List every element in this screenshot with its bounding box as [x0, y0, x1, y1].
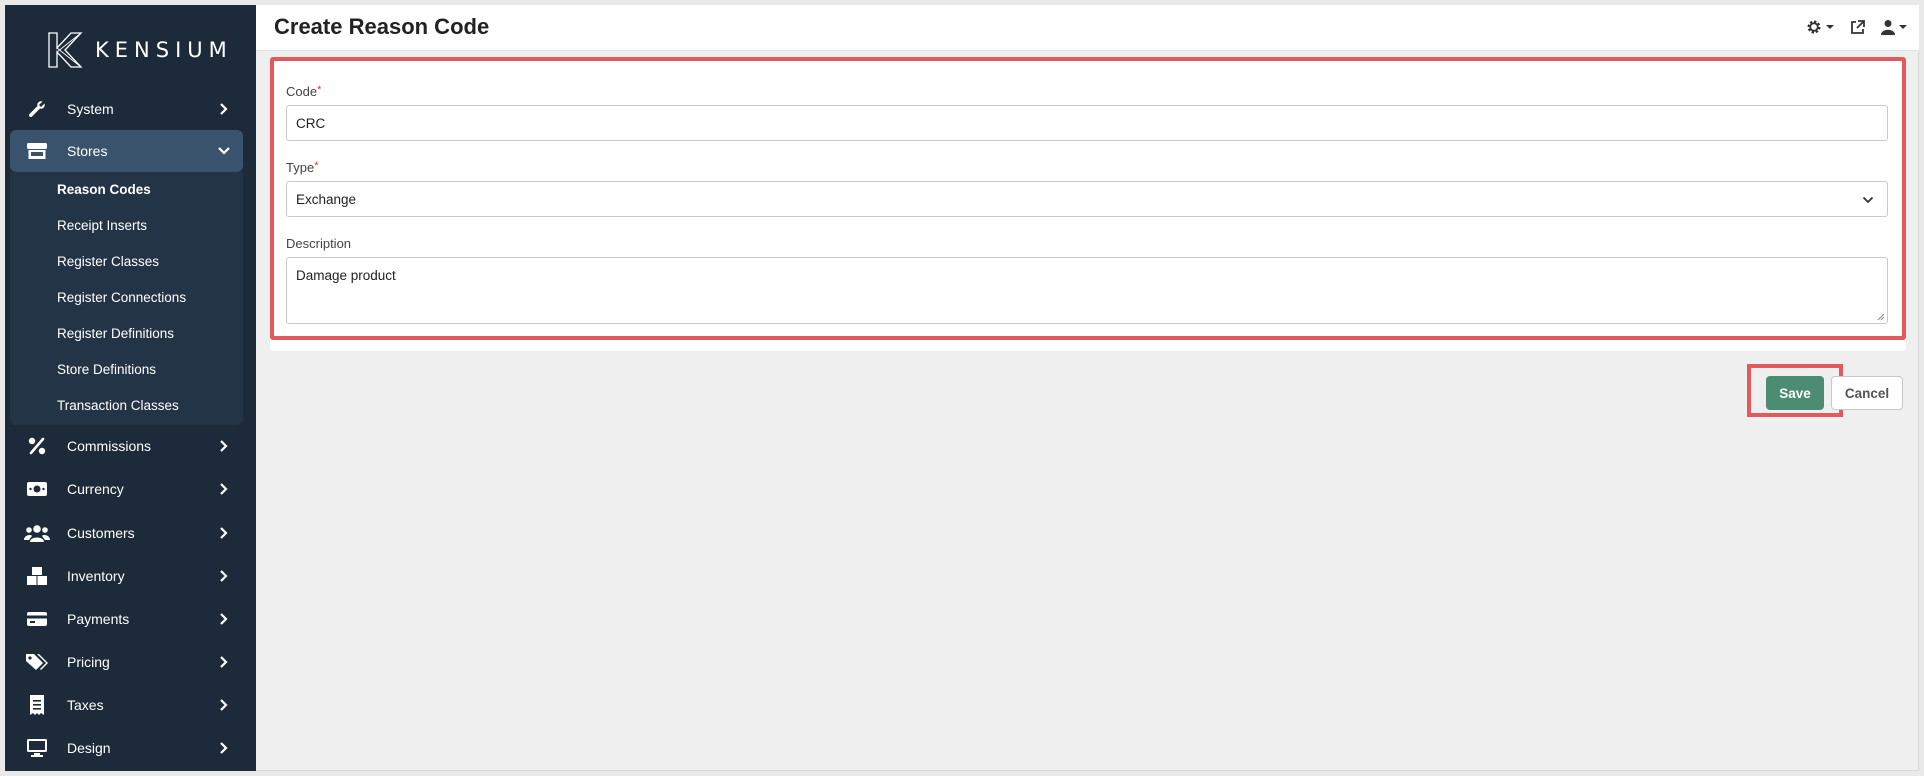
type-select[interactable]: Exchange [286, 181, 1888, 217]
sidebar-item-taxes[interactable]: Taxes [10, 684, 243, 726]
user-icon [1881, 20, 1895, 35]
sidebar-item-label: Currency [67, 481, 124, 497]
required-mark: * [317, 84, 322, 96]
sidebar-item-commissions[interactable]: Commissions [10, 425, 243, 467]
save-button[interactable]: Save [1766, 376, 1824, 410]
kensium-logo-icon [48, 32, 83, 68]
cancel-button[interactable]: Cancel [1831, 376, 1903, 410]
sidebar-item-pricing[interactable]: Pricing [10, 641, 243, 683]
chevron-right-icon [220, 440, 228, 452]
boxes-icon [24, 565, 50, 587]
page-header: Create Reason Code [256, 5, 1919, 51]
sidebar-item-label: Commissions [67, 438, 152, 454]
store-icon [24, 140, 50, 162]
stores-submenu: Reason Codes Receipt Inserts Register Cl… [10, 172, 243, 425]
gear-icon [1807, 20, 1821, 34]
sidebar-item-label: Stores [67, 143, 108, 159]
sidebar-item-customers[interactable]: Customers [10, 512, 243, 554]
chevron-right-icon [220, 527, 228, 539]
submenu-item-register-connections[interactable]: Register Connections [57, 290, 186, 305]
chevron-right-icon [220, 699, 228, 711]
sidebar-item-label: Payments [67, 611, 130, 627]
description-value: Damage product [296, 268, 396, 283]
caret-down-icon [1899, 25, 1907, 29]
monitor-icon [24, 737, 50, 759]
users-icon [24, 522, 50, 544]
chevron-down-icon [218, 147, 230, 155]
chevron-right-icon [220, 742, 228, 754]
sidebar-item-inventory[interactable]: Inventory [10, 555, 243, 597]
sidebar-item-label: Pricing [67, 654, 110, 670]
caret-down-icon [1826, 25, 1834, 29]
type-value: Exchange [296, 191, 357, 207]
chevron-down-icon [1862, 196, 1874, 204]
sidebar-item-label: Taxes [67, 697, 104, 713]
open-external-button[interactable] [1850, 19, 1865, 35]
code-input[interactable]: CRC [286, 105, 1888, 141]
sidebar-item-stores[interactable]: Stores [10, 130, 243, 172]
type-label: Type* [286, 160, 319, 175]
percent-icon [24, 435, 50, 457]
logo: KENSIUM [45, 25, 233, 75]
required-mark: * [314, 160, 319, 172]
sidebar-item-payments[interactable]: Payments [10, 598, 243, 640]
chevron-right-icon [220, 483, 228, 495]
submenu-item-transaction-classes[interactable]: Transaction Classes [57, 398, 179, 413]
wrench-icon [24, 98, 50, 120]
credit-card-icon [24, 608, 50, 630]
submenu-item-register-classes[interactable]: Register Classes [57, 254, 159, 269]
description-label: Description [286, 236, 352, 251]
chevron-right-icon [220, 103, 228, 115]
sidebar-item-label: Design [67, 740, 111, 756]
header-toolbar [1806, 19, 1907, 35]
code-value: CRC [296, 115, 326, 131]
sidebar-item-label: System [67, 101, 114, 117]
user-menu-button[interactable] [1881, 19, 1907, 35]
money-icon [24, 478, 50, 500]
sidebar-item-label: Inventory [67, 568, 125, 584]
sidebar-item-currency[interactable]: Currency [10, 468, 243, 510]
receipt-icon [24, 694, 50, 716]
submenu-item-register-definitions[interactable]: Register Definitions [57, 326, 174, 341]
external-link-icon [1851, 19, 1865, 34]
resize-handle-icon[interactable] [1876, 312, 1885, 321]
sidebar-item-label: Customers [67, 525, 135, 541]
sidebar-item-design[interactable]: Design [10, 727, 243, 769]
chevron-right-icon [220, 656, 228, 668]
submenu-item-receipt-inserts[interactable]: Receipt Inserts [57, 218, 147, 233]
settings-menu-button[interactable] [1806, 19, 1834, 35]
page-title: Create Reason Code [274, 14, 490, 39]
code-label: Code* [286, 84, 322, 99]
description-textarea[interactable]: Damage product [286, 257, 1888, 324]
submenu-item-store-definitions[interactable]: Store Definitions [57, 362, 156, 377]
brand-name: KENSIUM [95, 38, 233, 62]
sidebar-item-system[interactable]: System [10, 88, 243, 130]
chevron-right-icon [220, 613, 228, 625]
tags-icon [24, 651, 50, 673]
submenu-item-reason-codes[interactable]: Reason Codes [57, 182, 151, 197]
chevron-right-icon [220, 570, 228, 582]
